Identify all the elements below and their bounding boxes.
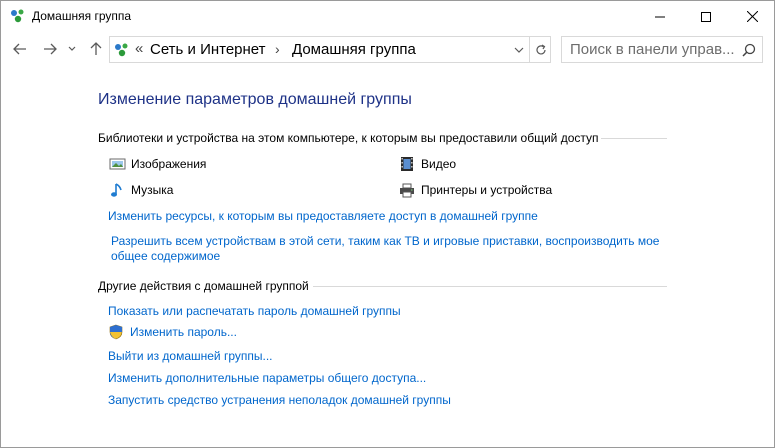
search-box[interactable] xyxy=(561,36,763,63)
arrow-up-icon xyxy=(90,42,102,55)
search-icon xyxy=(742,43,756,57)
change-password-label[interactable]: Изменить пароль... xyxy=(130,325,237,340)
close-icon xyxy=(746,11,758,22)
refresh-button[interactable] xyxy=(529,37,551,62)
library-label: Принтеры и устройства xyxy=(421,183,553,197)
search-input[interactable] xyxy=(562,37,738,62)
homegroup-troubleshooter-link[interactable]: Запустить средство устранения неполадок … xyxy=(108,393,451,408)
change-password-link[interactable]: Изменить пароль... xyxy=(108,324,237,340)
address-overflow-chevron[interactable]: « xyxy=(135,40,143,57)
other-actions-divider xyxy=(313,286,667,287)
library-item-pictures: Изображения xyxy=(108,156,206,172)
change-shared-resources-link[interactable]: Изменить ресурсы, к которым вы предостав… xyxy=(108,209,538,224)
leave-homegroup-link[interactable]: Выйти из домашней группы... xyxy=(108,349,273,364)
pictures-icon xyxy=(108,156,126,172)
up-button[interactable] xyxy=(85,36,107,62)
libraries-divider xyxy=(601,138,667,139)
close-button[interactable] xyxy=(729,1,775,32)
homegroup-icon xyxy=(11,9,24,23)
forward-button[interactable] xyxy=(39,36,61,62)
refresh-icon xyxy=(535,43,546,54)
arrow-left-icon xyxy=(13,43,26,55)
other-actions-heading: Другие действия с домашней группой xyxy=(98,279,309,293)
library-item-music: Музыка xyxy=(108,182,173,198)
library-label: Изображения xyxy=(131,157,207,171)
breadcrumb-network-internet[interactable]: Сеть и Интернет xyxy=(150,41,266,58)
printer-icon xyxy=(398,182,416,198)
window-title: Домашняя группа xyxy=(32,9,132,23)
breadcrumb-homegroup[interactable]: Домашняя группа xyxy=(292,41,416,58)
maximize-button[interactable] xyxy=(683,1,729,32)
main-content: Изменение параметров домашней группы Биб… xyxy=(1,68,774,448)
homegroup-window: Домашняя группа « Сеть и Интернет › Дома… xyxy=(0,0,775,448)
library-label: Видео xyxy=(421,157,457,171)
chevron-down-icon xyxy=(514,47,524,53)
chevron-down-icon xyxy=(68,46,76,51)
page-title: Изменение параметров домашней группы xyxy=(98,91,412,108)
navigation-bar: « Сеть и Интернет › Домашняя группа xyxy=(1,32,774,68)
library-label: Музыка xyxy=(131,183,174,197)
video-icon xyxy=(398,156,416,172)
show-print-password-link[interactable]: Показать или распечатать пароль домашней… xyxy=(108,304,401,319)
search-button[interactable] xyxy=(738,39,760,61)
advanced-sharing-settings-link[interactable]: Изменить дополнительные параметры общего… xyxy=(108,371,426,386)
back-button[interactable] xyxy=(9,36,31,62)
allow-all-devices-link[interactable]: Разрешить всем устройствам в этой сети, … xyxy=(111,234,671,264)
minimize-button[interactable] xyxy=(637,1,683,32)
address-history-dropdown[interactable] xyxy=(510,37,528,62)
uac-shield-icon xyxy=(108,324,124,340)
libraries-heading: Библиотеки и устройства на этом компьюте… xyxy=(98,131,599,145)
library-item-video: Видео xyxy=(398,156,456,172)
address-bar[interactable]: « Сеть и Интернет › Домашняя группа xyxy=(109,36,551,63)
homegroup-icon xyxy=(115,43,128,57)
arrow-right-icon xyxy=(44,43,57,55)
breadcrumb-separator[interactable]: › xyxy=(275,41,280,57)
music-icon xyxy=(108,182,126,198)
title-bar[interactable]: Домашняя группа xyxy=(1,1,774,32)
minimize-icon xyxy=(655,16,665,17)
recent-locations-button[interactable] xyxy=(63,36,81,62)
maximize-icon xyxy=(701,11,711,22)
library-item-printers: Принтеры и устройства xyxy=(398,182,552,198)
